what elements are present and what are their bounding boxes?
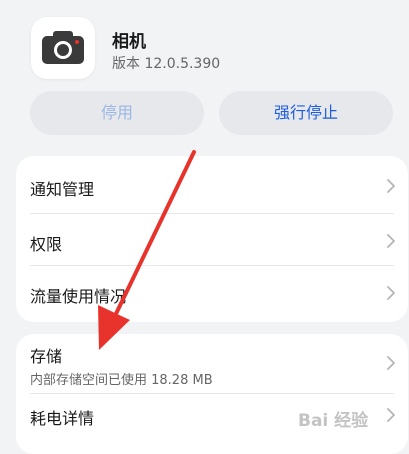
disable-button[interactable]: 停用: [30, 91, 204, 135]
list-item-label: 耗电详情: [30, 409, 95, 428]
list-item-label: 通知管理: [30, 180, 95, 199]
chevron-right-icon: [387, 179, 395, 193]
list-item-storage[interactable]: 存储 内部存储空间已使用 18.28 MB: [16, 334, 408, 392]
list-item-label: 权限: [30, 235, 63, 254]
app-header: 相机 版本 12.0.5.390: [0, 0, 409, 90]
app-name: 相机: [112, 32, 146, 52]
watermark-text: Bai 经验: [298, 410, 369, 431]
storage-usage-detail: 内部存储空间已使用 18.28 MB: [30, 373, 213, 388]
list-item-notification-management[interactable]: 通知管理: [16, 156, 408, 214]
chevron-right-icon: [387, 286, 395, 300]
list-item-label: 存储: [30, 347, 63, 366]
chevron-right-icon: [387, 356, 395, 370]
list-item-data-usage[interactable]: 流量使用情况: [16, 266, 408, 322]
app-version: 版本 12.0.5.390: [112, 56, 221, 72]
list-item-label: 流量使用情况: [30, 287, 127, 306]
camera-app-icon: [31, 17, 95, 79]
settings-card-1: 通知管理 权限 流量使用情况: [16, 156, 408, 322]
chevron-right-icon: [387, 234, 395, 248]
baidu-jingyan-watermark: Bai 经验: [298, 410, 369, 431]
force-stop-button[interactable]: 强行停止: [219, 91, 393, 135]
camera-icon: [42, 31, 84, 64]
list-item-permissions[interactable]: 权限: [16, 214, 408, 268]
